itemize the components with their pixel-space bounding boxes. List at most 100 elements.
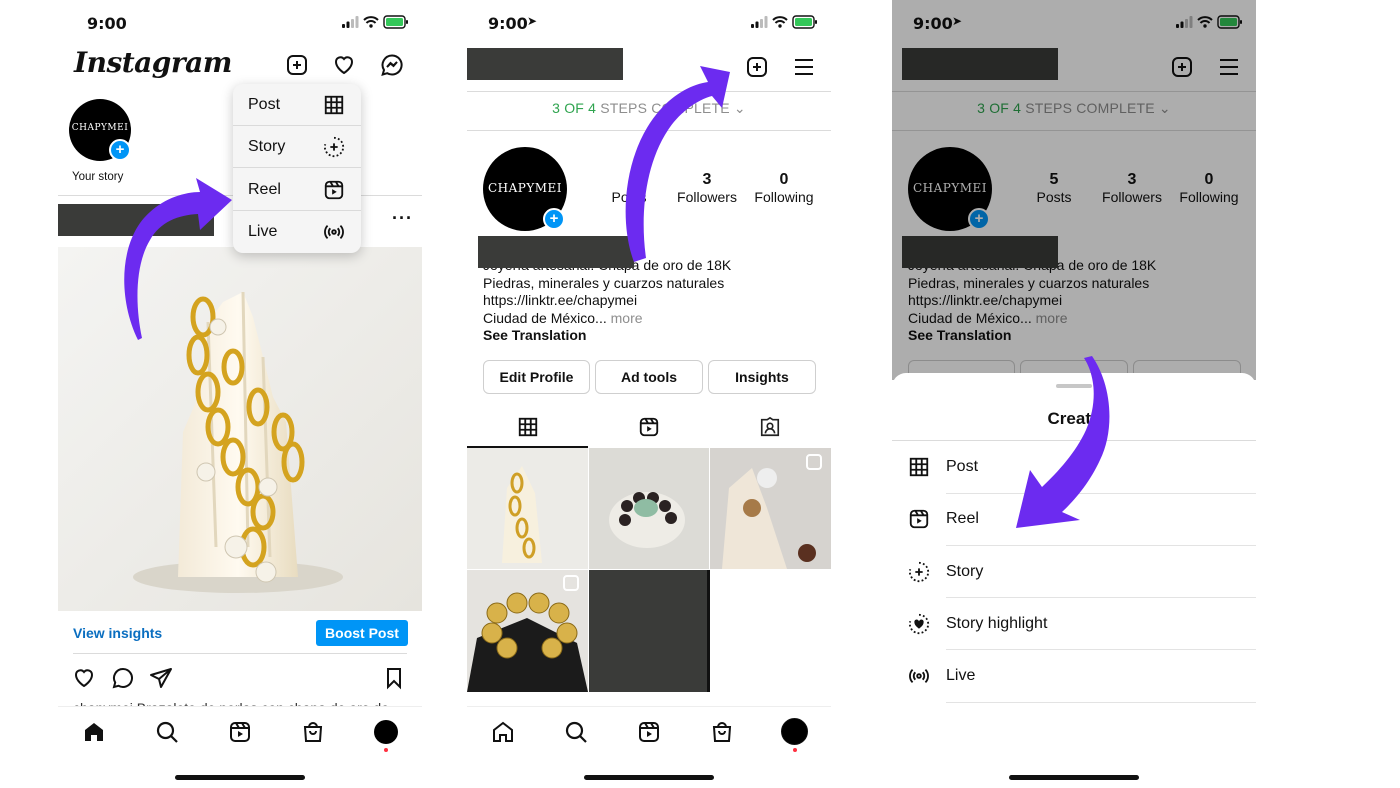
home-indicator	[175, 775, 305, 780]
status-time: 9:00	[87, 14, 127, 33]
stat-label: Followers	[677, 189, 737, 205]
steps-progress[interactable]: 3 OF 4 STEPS COMPLETE ⌄	[467, 100, 831, 117]
home-icon[interactable]	[491, 720, 515, 744]
grid-icon[interactable]	[517, 416, 539, 438]
steps-count: 3 OF 4	[552, 100, 597, 116]
item-label: Live	[946, 667, 976, 684]
bookmark-icon[interactable]	[382, 666, 406, 690]
comment-icon[interactable]	[111, 666, 135, 690]
stat-label: Following	[754, 189, 814, 205]
create-bottom-sheet: Create Post Reel Story Story highlight L…	[892, 373, 1256, 788]
post-options-icon[interactable]: ···	[392, 208, 413, 229]
see-translation-link[interactable]: See Translation	[483, 327, 813, 345]
reels-icon[interactable]	[637, 720, 661, 744]
edit-profile-button[interactable]: Edit Profile	[483, 360, 590, 394]
grid-icon	[323, 94, 345, 116]
menu-label: Post	[248, 96, 281, 113]
profile-bio: Joyería artesanal. Chapa de oro de 18K P…	[483, 257, 813, 345]
share-icon[interactable]	[149, 666, 173, 690]
heart-icon[interactable]	[332, 53, 356, 77]
stat-value: 3	[702, 171, 712, 188]
create-dropdown-menu: Post Story Reel Live	[233, 84, 361, 253]
shop-icon[interactable]	[710, 720, 734, 744]
your-story-label: Your story	[72, 171, 124, 183]
profile-avatar-icon[interactable]	[781, 718, 808, 745]
menu-item-post[interactable]: Post	[233, 84, 361, 126]
item-label: Post	[946, 458, 979, 475]
menu-label: Reel	[248, 181, 281, 198]
screen-feed: 9:00 Instagram CHAPYMEI + Your story ···	[58, 0, 422, 788]
create-item-reel[interactable]: Reel	[892, 493, 1256, 545]
redacted-username	[58, 204, 214, 236]
stat-followers[interactable]: 3 Followers	[667, 171, 747, 205]
new-post-icon[interactable]	[745, 55, 769, 79]
location-arrow-icon: ➤	[527, 14, 538, 28]
item-label: Reel	[946, 510, 979, 527]
home-icon[interactable]	[82, 720, 106, 744]
item-label: Story highlight	[946, 615, 1048, 632]
menu-item-live[interactable]: Live	[233, 211, 361, 253]
item-label: Story	[946, 563, 984, 580]
story-add-icon	[323, 136, 345, 158]
create-item-post[interactable]: Post	[892, 441, 1256, 493]
screen-profile: 9:00 ➤ 3 OF 4 STEPS COMPLETE ⌄ CHAPYMEI …	[467, 0, 831, 788]
sheet-grabber[interactable]	[1056, 384, 1092, 388]
status-icons	[342, 15, 408, 29]
steps-label: STEPS COMPLETE	[600, 100, 730, 116]
live-icon	[908, 665, 930, 687]
reel-icon	[908, 508, 930, 530]
create-item-live[interactable]: Live	[892, 650, 1256, 702]
stat-label: Posts	[611, 189, 647, 205]
reel-icon	[323, 179, 345, 201]
stat-value: 0	[779, 171, 789, 188]
home-indicator	[584, 775, 714, 780]
boost-post-button[interactable]: Boost Post	[316, 620, 408, 646]
more-link[interactable]: more	[611, 310, 643, 326]
reel-icon[interactable]	[638, 416, 660, 438]
stat-posts[interactable]: Posts	[589, 171, 669, 205]
highlight-icon	[908, 613, 930, 635]
search-icon[interactable]	[155, 720, 179, 744]
profile-avatar-icon[interactable]	[374, 720, 398, 744]
redacted-profile-name	[467, 48, 623, 80]
create-item-story-highlight[interactable]: Story highlight	[892, 598, 1256, 650]
stat-value	[589, 171, 669, 189]
ad-tools-button[interactable]: Ad tools	[595, 360, 703, 394]
hamburger-menu-icon[interactable]	[792, 55, 816, 79]
create-item-story[interactable]: Story	[892, 546, 1256, 598]
shop-icon[interactable]	[301, 720, 325, 744]
add-story-badge[interactable]: +	[543, 208, 565, 230]
post-image	[58, 247, 422, 611]
stat-following[interactable]: 0 Following	[744, 171, 824, 205]
insights-button[interactable]: Insights	[708, 360, 816, 394]
sheet-title: Create	[1047, 409, 1101, 428]
status-bar: 9:00	[58, 0, 422, 44]
menu-item-reel[interactable]: Reel	[233, 169, 361, 211]
post-grid	[467, 448, 831, 692]
messenger-icon[interactable]	[380, 53, 404, 77]
menu-label: Story	[248, 138, 286, 155]
grid-icon	[908, 456, 930, 478]
screen-create-sheet: 9:00 ➤ 3 OF 4 STEPS COMPLETE ⌄ CHAPYMEI …	[892, 0, 1256, 788]
home-indicator	[1009, 775, 1139, 780]
avatar-logo-text: CHAPYMEI	[71, 123, 129, 133]
like-icon[interactable]	[72, 666, 96, 690]
chevron-down-icon: ⌄	[733, 100, 746, 116]
new-post-icon[interactable]	[285, 53, 309, 77]
view-insights-link[interactable]: View insights	[73, 625, 162, 641]
bio-link[interactable]: https://linktr.ee/chapymei	[483, 292, 813, 310]
search-icon[interactable]	[564, 720, 588, 744]
bottom-nav	[58, 706, 422, 756]
live-icon	[323, 221, 345, 243]
avatar-logo-text: CHAPYMEI	[487, 181, 563, 195]
reels-icon[interactable]	[228, 720, 252, 744]
tagged-icon[interactable]	[759, 416, 781, 438]
menu-label: Live	[248, 223, 278, 240]
redacted-display-name	[478, 236, 634, 268]
menu-item-story[interactable]: Story	[233, 126, 361, 168]
bottom-nav	[467, 706, 831, 756]
dim-overlay[interactable]	[892, 0, 1256, 380]
add-story-badge[interactable]: +	[109, 139, 131, 161]
instagram-logo: Instagram	[74, 46, 232, 79]
status-time: 9:00	[488, 14, 528, 33]
